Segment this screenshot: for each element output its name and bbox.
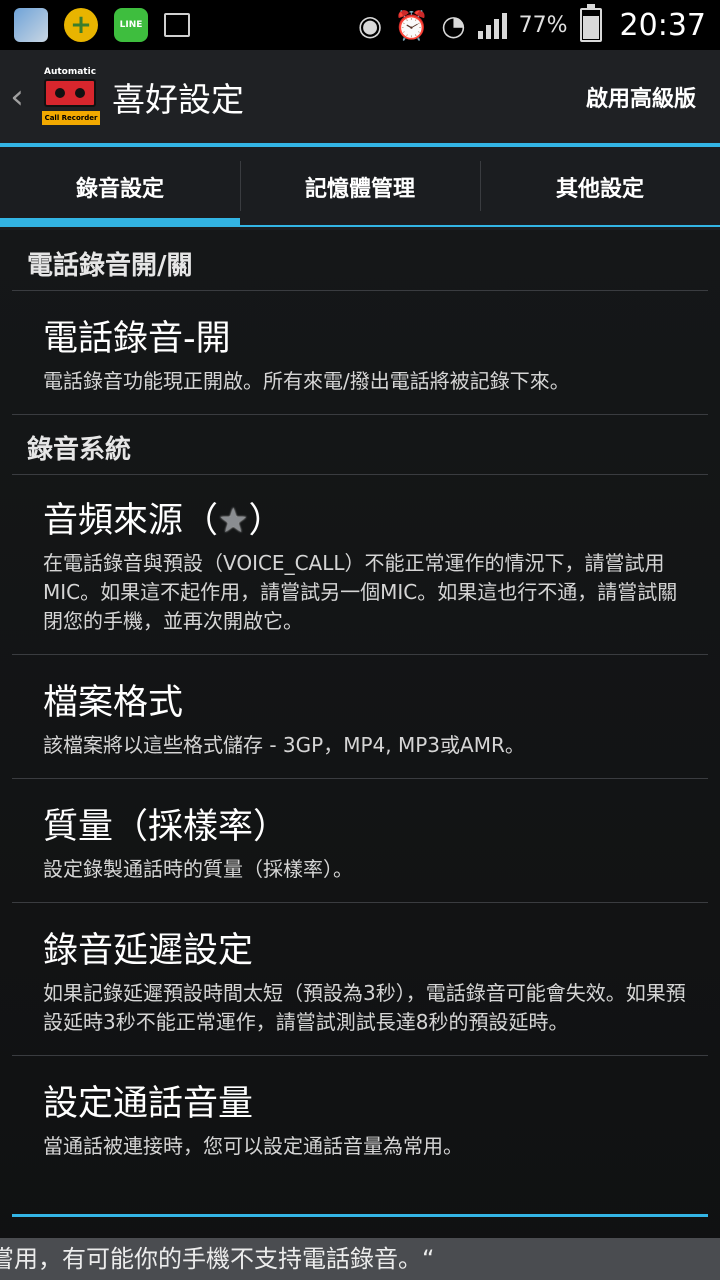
pref-summary: 在電話錄音與預設（VOICE_CALL）不能正常運作的情況下，請嘗試用MIC。如… xyxy=(43,551,678,633)
logo-bottom-text: Call Recorder xyxy=(42,111,100,125)
tab-recording-settings[interactable]: 錄音設定 xyxy=(0,147,240,227)
pref-call-volume[interactable]: 設定通話音量 當通話被連接時，您可以設定通話音量為常用。 xyxy=(12,1056,708,1179)
image-notification-icon xyxy=(164,13,190,37)
pref-title-suffix: ） xyxy=(248,501,284,541)
pref-title-prefix: 音頻來源（ xyxy=(43,501,219,541)
system-icons: ◉ ⏰ ◔ 77% 20:37 xyxy=(357,4,706,43)
tab-memory-management[interactable]: 記憶體管理 xyxy=(240,147,480,227)
pref-summary: 設定錄製通話時的質量（採樣率）。 xyxy=(43,857,353,881)
category-call-recording: 電話錄音開/關 xyxy=(12,227,708,291)
tab-label: 錄音設定 xyxy=(75,177,164,202)
pref-audio-source[interactable]: 音頻來源（★） 在電話錄音與預設（VOICE_CALL）不能正常運作的情況下，請… xyxy=(12,475,708,655)
clock: 20:37 xyxy=(619,7,706,43)
gallery-notification-icon xyxy=(14,8,48,42)
eye-icon: ◉ xyxy=(357,8,383,42)
pref-title: 電話錄音-開 xyxy=(43,319,231,359)
star-icon: ★ xyxy=(218,501,249,541)
action-bar: ‹ Automatic Call Recorder 喜好設定 啟用高級版 xyxy=(0,50,720,144)
pref-summary: 如果記錄延遲預設時間太短（預設為3秒），電話錄音可能會失效。如果預設延時3秒不能… xyxy=(43,981,686,1034)
tab-indicator xyxy=(0,218,240,227)
logo-top-text: Automatic xyxy=(44,67,97,77)
app-logo[interactable]: Automatic Call Recorder xyxy=(38,67,102,127)
pref-recording-on[interactable]: 電話錄音-開 電話錄音功能現正開啟。所有來電/撥出電話將被記錄下來。 xyxy=(12,291,708,415)
battery-icon xyxy=(579,4,602,42)
pref-quality[interactable]: 質量（採樣率） 設定錄製通話時的質量（採樣率）。 xyxy=(12,779,708,903)
tab-label: 其他設定 xyxy=(555,177,644,202)
status-bar: + LINE ◉ ⏰ ◔ 77% 20:37 xyxy=(0,0,720,50)
tab-label: 記憶體管理 xyxy=(304,177,415,202)
battery-percent: 77% xyxy=(518,12,568,38)
pref-title: 質量（採樣率） xyxy=(43,807,289,847)
line-app-notification-icon: LINE xyxy=(114,8,148,42)
cassette-icon xyxy=(44,79,96,107)
plus-app-notification-icon: + xyxy=(64,8,98,42)
pref-summary: 當通話被連接時，您可以設定通話音量為常用。 xyxy=(43,1134,463,1158)
pref-file-format[interactable]: 檔案格式 該檔案將以這些格式儲存 - 3GP，MP4, MP3或AMR。 xyxy=(12,655,708,779)
back-chevron-icon[interactable]: ‹ xyxy=(0,77,34,117)
alarm-icon: ⏰ xyxy=(394,8,430,42)
page-title: 喜好設定 xyxy=(112,80,244,119)
category-recording-system: 錄音系統 xyxy=(12,415,708,475)
tab-bar: 錄音設定 記憶體管理 其他設定 xyxy=(0,147,720,227)
pref-recording-delay[interactable]: 錄音延遲設定 如果記錄延遲預設時間太短（預設為3秒），電話錄音可能會失效。如果預… xyxy=(12,903,708,1056)
pref-title: 設定通話音量 xyxy=(43,1084,254,1124)
preference-list: 電話錄音開/關 電話錄音-開 電話錄音功能現正開啟。所有來電/撥出電話將被記錄下… xyxy=(12,227,708,1179)
pref-title: 錄音延遲設定 xyxy=(43,931,254,971)
pref-summary: 該檔案將以這些格式儲存 - 3GP，MP4, MP3或AMR。 xyxy=(43,733,525,757)
notification-icons: + LINE xyxy=(14,8,190,42)
list-bottom-divider xyxy=(12,1214,708,1217)
signal-icon xyxy=(477,11,507,39)
pref-summary: 電話錄音功能現正開啟。所有來電/撥出電話將被記錄下來。 xyxy=(43,369,570,393)
toast-message: 嘗用，有可能你的手機不支持電話錄音。“ xyxy=(0,1238,720,1280)
pref-title: 音頻來源（★） xyxy=(43,499,708,543)
pref-title: 檔案格式 xyxy=(43,683,184,723)
enable-premium-button[interactable]: 啟用高級版 xyxy=(586,81,696,113)
tab-other-settings[interactable]: 其他設定 xyxy=(480,147,720,227)
wifi-icon: ◔ xyxy=(441,8,466,42)
